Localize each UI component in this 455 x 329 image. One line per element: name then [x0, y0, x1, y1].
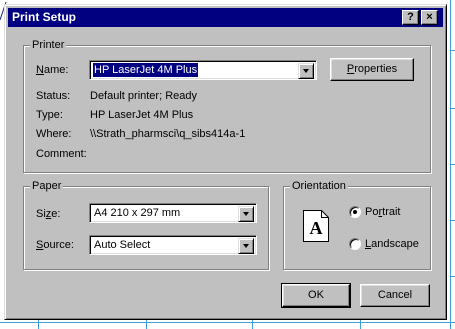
close-button[interactable]: × — [421, 10, 438, 25]
status-label: Status: — [36, 90, 71, 102]
printer-name-select[interactable]: HP LaserJet 4M Plus — [89, 60, 317, 80]
cancel-button[interactable]: Cancel — [360, 284, 430, 307]
chevron-down-icon[interactable] — [238, 206, 254, 222]
help-icon: ? — [407, 11, 414, 23]
portrait-page-icon: A — [303, 210, 329, 242]
portrait-radio[interactable] — [349, 206, 361, 218]
paper-source-select[interactable]: Auto Select — [89, 235, 257, 255]
where-value: \\Strath_pharmsci\q_sibs414a-1 — [90, 128, 246, 140]
landscape-label[interactable]: Landscape — [365, 237, 419, 251]
printer-name-label-rest: ame: — [43, 64, 69, 76]
landscape-radio[interactable] — [349, 238, 361, 250]
portrait-label[interactable]: Portrait — [365, 205, 400, 219]
close-icon: × — [426, 11, 433, 23]
printer-name-label: Name: — [36, 64, 69, 76]
printer-group-label: Printer — [30, 38, 67, 52]
where-label: Where: — [36, 128, 72, 140]
type-label: Type: — [36, 109, 63, 121]
printer-name-value: HP LaserJet 4M Plus — [93, 63, 199, 77]
chevron-down-icon[interactable] — [238, 238, 254, 254]
type-value: HP LaserJet 4M Plus — [90, 109, 194, 121]
paper-group-label: Paper — [30, 179, 64, 193]
comment-label: Comment: — [36, 148, 87, 160]
help-button[interactable]: ? — [402, 10, 419, 25]
ok-button-label: OK — [308, 289, 324, 301]
paper-size-label: Size: — [36, 208, 61, 220]
paper-source-label: Source: — [36, 239, 74, 251]
cancel-button-label: Cancel — [377, 289, 413, 301]
portrait-icon-letter: A — [310, 218, 323, 238]
paper-source-value: Auto Select — [94, 239, 151, 251]
paper-size-select[interactable]: A4 210 x 297 mm — [89, 203, 257, 223]
paper-size-value: A4 210 x 297 mm — [94, 207, 181, 219]
chevron-down-icon[interactable] — [298, 63, 314, 79]
properties-button-label-rest: roperties — [354, 63, 398, 75]
paper-group: Paper — [23, 179, 269, 270]
window-title: Print Setup — [12, 10, 77, 24]
properties-button[interactable]: Properties — [330, 58, 414, 81]
orientation-group-label: Orientation — [290, 179, 348, 193]
ok-button[interactable]: OK — [281, 283, 351, 308]
print-setup-dialog: Print Setup ? × Printer Name: HP LaserJe… — [4, 4, 447, 320]
title-bar[interactable]: Print Setup — [8, 8, 443, 27]
status-value: Default printer; Ready — [90, 90, 197, 102]
